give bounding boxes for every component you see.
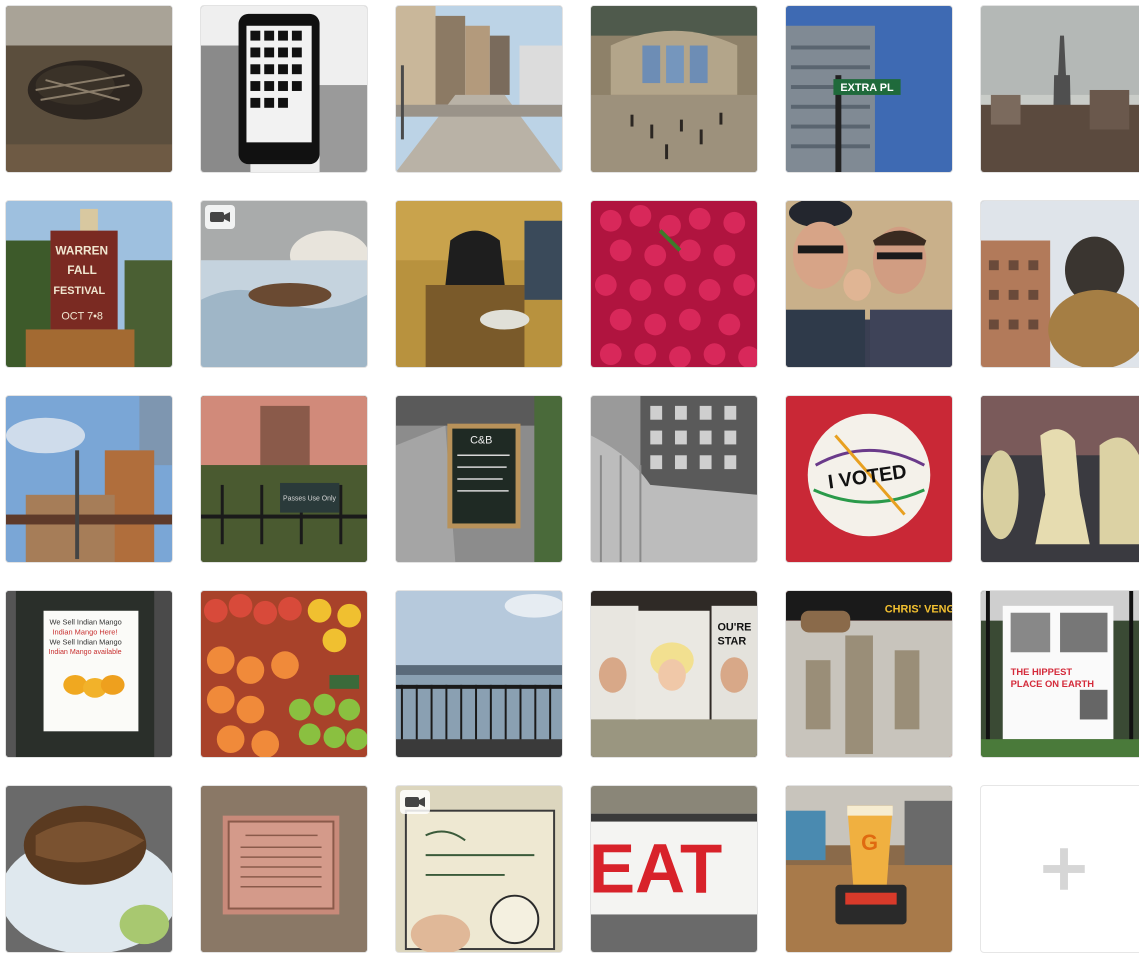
photo-mural-shop[interactable]: CHRIS' VENG [785,590,953,758]
video-dollar-bill[interactable] [395,785,563,953]
photo-chalkboard-sign[interactable]: C&B [395,395,563,563]
vader-image [396,201,562,367]
eat-sign-image: EAT [591,786,757,952]
posters-image: OU'RE STAR [591,591,757,757]
video-dog-on-bed[interactable] [200,200,368,368]
photo-selfie[interactable] [785,200,953,368]
facade-image [591,396,757,562]
g-logo-text: G [861,830,878,855]
warren-text: WARREN [55,243,108,257]
photo-darth-vader-figure[interactable] [395,200,563,368]
beer-glass-image: G [786,786,952,952]
star-text: STAR [717,635,746,647]
oct-text: OCT 7•8 [61,311,103,323]
cb-text: C&B [470,434,492,446]
plus-icon [1043,848,1085,890]
photo-river-sunset[interactable] [395,590,563,758]
photo-food-plate[interactable] [5,785,173,953]
photo-warren-fall-festival[interactable]: WARREN FALL FESTIVAL OCT 7•8 [5,200,173,368]
photo-eat-sign[interactable]: EAT [590,785,758,953]
eat-text: EAT [591,830,722,908]
video-camera-icon [205,205,235,229]
photo-portrait-posters[interactable]: OU'RE STAR [590,590,758,758]
passes-text: Passes Use Only [283,496,337,503]
festival-text: FESTIVAL [53,285,105,297]
photo-mango-sign[interactable]: We Sell Indian Mango Indian Mango Here! … [5,590,173,758]
city-street-image [396,6,562,172]
photo-park-fence[interactable]: Passes Use Only [200,395,368,563]
extra-place-image: EXTRA PL [786,6,952,172]
photo-beer-glass[interactable]: G [785,785,953,953]
photo-chess-pieces[interactable] [980,395,1139,563]
river-image [396,591,562,757]
mango-line-2: Indian Mango Here! [52,627,117,636]
add-photo-button[interactable] [980,785,1139,953]
mango-line-4: Indian Mango available [48,648,121,656]
extra-place-text: EXTRA PL [840,82,894,94]
photo-hippo-statue[interactable] [980,200,1139,368]
hippest-line-1: THE HIPPEST [1011,667,1073,677]
radishes-image [591,201,757,367]
porcupine-image [6,6,172,172]
chris-veng-text: CHRIS' VENG [885,604,952,616]
mango-sign-image: We Sell Indian Mango Indian Mango Here! … [6,591,172,757]
photo-city-street[interactable] [395,5,563,173]
photo-porcupine[interactable] [5,5,173,173]
photo-bronze-plaque[interactable] [200,785,368,953]
video-camera-icon [400,790,430,814]
photo-radishes[interactable] [590,200,758,368]
chalkboard-image: C&B [396,396,562,562]
photo-elevated-tracks[interactable] [5,395,173,563]
photo-i-voted-sticker[interactable]: I VOTED [785,395,953,563]
photo-fruit-stand[interactable] [200,590,368,758]
youre-text: OU'RE [717,622,751,634]
photo-grid: EXTRA PL WARREN FALL FESTIVAL OCT 7•8 Pa… [5,5,1139,953]
plaque-image [201,786,367,952]
fruit-stand-image [201,591,367,757]
photo-phone-drawing[interactable] [200,5,368,173]
mango-line-3: We Sell Indian Mango [49,637,121,646]
phone-drawing-image [201,6,367,172]
chess-image [981,396,1139,562]
park-fence-image: Passes Use Only [201,396,367,562]
photo-empire-state-skyline[interactable] [980,5,1139,173]
photo-hippest-place-poster[interactable]: THE HIPPEST PLACE ON EARTH [980,590,1139,758]
photo-building-facade[interactable] [590,395,758,563]
photo-extra-place-sign[interactable]: EXTRA PL [785,5,953,173]
fall-text: FALL [67,263,97,277]
mango-line-1: We Sell Indian Mango [49,618,121,627]
skyline-image [981,6,1139,172]
photo-grand-central[interactable] [590,5,758,173]
food-plate-image [6,786,172,952]
selfie-image [786,201,952,367]
grand-central-image [591,6,757,172]
hippo-image [981,201,1139,367]
tracks-image [6,396,172,562]
voted-image: I VOTED [786,396,952,562]
hippest-line-2: PLACE ON EARTH [1011,679,1095,689]
mural-image: CHRIS' VENG [786,591,952,757]
warren-festival-image: WARREN FALL FESTIVAL OCT 7•8 [6,201,172,367]
hippest-image: THE HIPPEST PLACE ON EARTH [981,591,1139,757]
